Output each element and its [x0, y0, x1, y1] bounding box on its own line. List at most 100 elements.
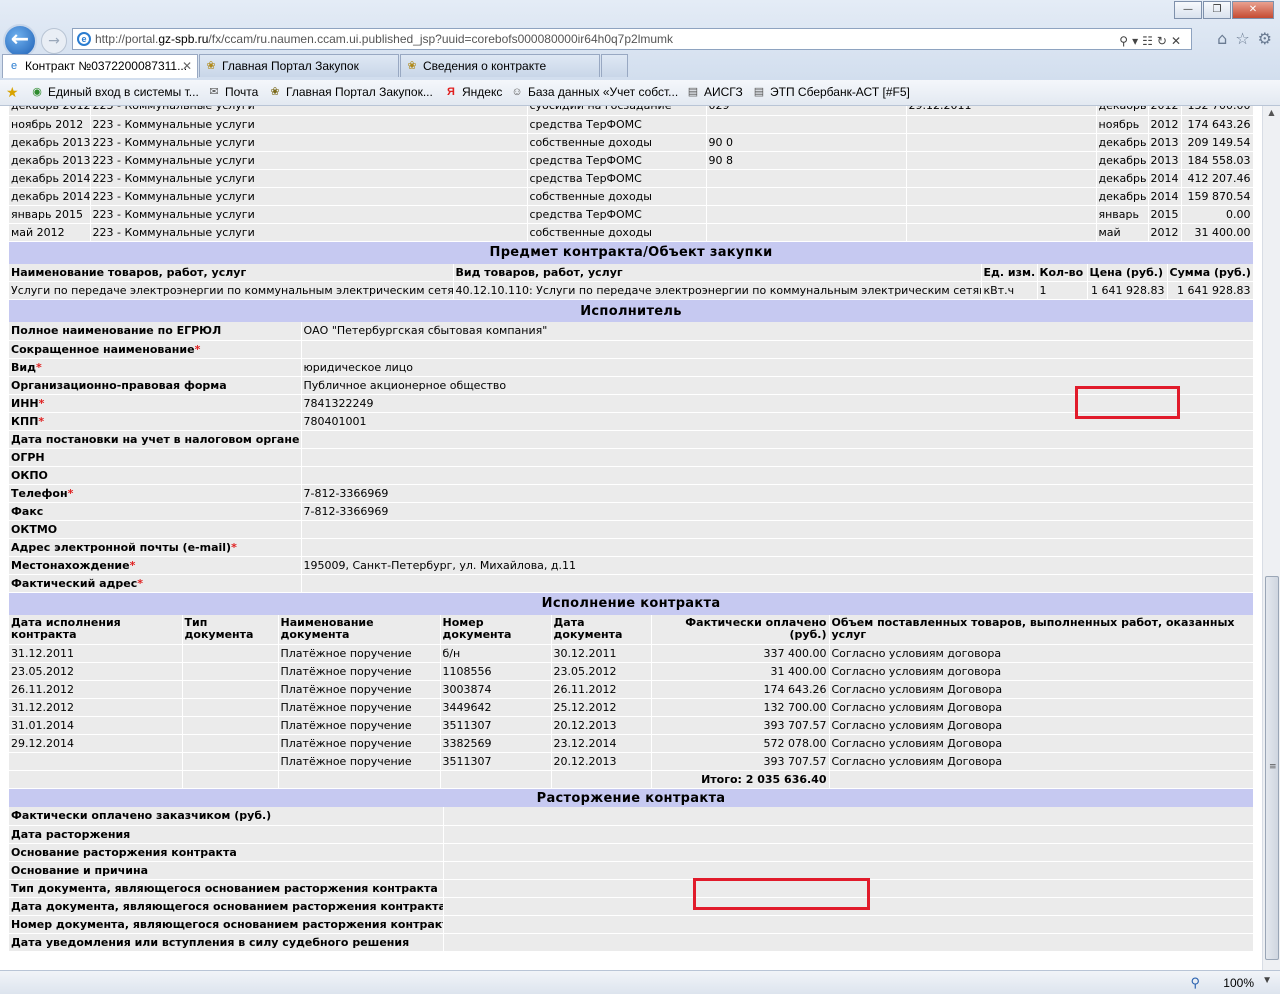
executor-field-value	[301, 538, 1254, 557]
funding-cell: май 2012	[9, 223, 91, 242]
termination-row: Основание и причина	[9, 861, 1254, 880]
funding-cell	[906, 115, 1097, 134]
execution-cell: 23.05.2012	[9, 662, 183, 681]
funding-cell: 90 0	[706, 133, 907, 152]
funding-cell: декабрь 2012	[9, 106, 91, 116]
execution-cell: б/н	[440, 644, 552, 663]
favorites-star-icon[interactable]: ★	[6, 84, 19, 101]
execution-row: 29.12.2014 Платёжное поручение 3382569 23.1…	[9, 734, 1254, 753]
funding-cell: 0.00	[1181, 205, 1254, 224]
executor-field-value	[301, 466, 1254, 485]
execution-cell: 23.12.2014	[551, 734, 652, 753]
fav-yandex[interactable]: Я Яндекс	[444, 85, 502, 99]
tab-label: Сведения о контракте	[423, 59, 547, 73]
funding-cell: 2012	[1148, 223, 1182, 242]
execution-cell: 31.12.2011	[9, 644, 183, 663]
executor-field-label: Местонахождение*	[9, 556, 302, 575]
execution-cell: 393 707.57	[651, 716, 830, 735]
new-tab-button[interactable]	[601, 54, 628, 77]
executor-row: Фактический адрес*	[9, 574, 1254, 593]
ie-icon: e	[10, 60, 18, 72]
executor-field-value	[301, 430, 1254, 449]
field-label-text: КПП	[11, 414, 39, 428]
execution-cell: 393 707.57	[651, 752, 830, 771]
field-label-text: Местонахождение	[11, 558, 130, 572]
price: 1 641 928.83	[1087, 281, 1168, 300]
address-tools: ⚲▾☷↻✕	[1119, 31, 1185, 49]
termination-field-label: Дата расторжения	[9, 825, 444, 844]
funding-cell: декабрь 2013	[9, 133, 91, 152]
favorites-star-icon[interactable]: ☆	[1235, 29, 1249, 48]
close-tab-icon[interactable]: ✕	[182, 55, 192, 77]
funding-cell: 029	[706, 106, 907, 116]
funding-row: декабрь 2013 223 - Коммунальные услуги сре…	[9, 151, 1254, 170]
executor-row: Местонахождение* 195009, Санкт-Петербург,…	[9, 556, 1254, 575]
funding-cell: 209 149.54	[1181, 133, 1254, 152]
executor-field-value: ОАО "Петербургская сбытовая компания"	[301, 322, 1254, 341]
funding-cell	[906, 151, 1097, 170]
execution-cell: Платёжное поручение	[278, 662, 441, 681]
execution-cell: 26.11.2012	[551, 680, 652, 699]
funding-row: декабрь 2013 223 - Коммунальные услуги соб…	[9, 133, 1254, 152]
fav-label: ЭТП Сбербанк-АСТ [#F5]	[770, 85, 910, 99]
tab-main-portal[interactable]: ❀ Главная Портал Закупок	[199, 54, 399, 77]
zoom-dropdown-icon[interactable]: ▼	[1262, 975, 1272, 986]
funding-cell: ноябрь	[1096, 115, 1149, 134]
tab-contract-info[interactable]: ❀ Сведения о контракте	[400, 54, 600, 77]
maximize-button[interactable]: ❐	[1203, 1, 1231, 19]
funding-cell: 223 - Коммунальные услуги	[90, 151, 528, 170]
fav-database[interactable]: ☺ База данных «Учет собст...	[510, 85, 678, 99]
required-marker: *	[194, 342, 201, 356]
termination-row: Дата документа, являющегося основанием р…	[9, 897, 1254, 916]
stop-icon[interactable]: ✕	[1171, 34, 1185, 48]
executor-field-label: Сокращенное наименование*	[9, 340, 302, 359]
settings-gear-icon[interactable]: ⚙	[1258, 29, 1272, 48]
funding-cell	[706, 205, 907, 224]
zoom-icon[interactable]: ⚲	[1190, 975, 1200, 991]
execution-cell: 31 400.00	[651, 662, 830, 681]
executor-field-value: 7-812-3366969	[301, 484, 1254, 503]
vertical-scrollbar[interactable]: ▲ ≡	[1262, 106, 1280, 970]
tab-label: Контракт №0372200087311...	[25, 59, 188, 73]
yandex-icon: Я	[447, 86, 455, 98]
dropdown-icon[interactable]: ▾	[1132, 34, 1142, 48]
fav-single-sign-on[interactable]: ◉ Единый вход в системы т...	[30, 85, 199, 99]
required-marker: *	[38, 414, 45, 428]
funding-cell: декабрь	[1096, 106, 1149, 116]
termination-row: Основание расторжения контракта	[9, 843, 1254, 862]
funding-cell: декабрь 2014	[9, 169, 91, 188]
col-goods-name: Наименование товаров, работ, услуг	[9, 263, 454, 282]
funding-row: январь 2015 223 - Коммунальные услуги сред…	[9, 205, 1254, 224]
minimize-button[interactable]: —	[1174, 1, 1202, 19]
col-paid: Фактически оплачено (руб.)	[651, 614, 830, 645]
funding-cell: 223 - Коммунальные услуги	[90, 115, 528, 134]
executor-field-value: 7-812-3366969	[301, 502, 1254, 521]
address-bar[interactable]: e http://portal.gz-spb.ru/fx/ccam/ru.nau…	[72, 28, 1192, 50]
termination-field-label: Номер документа, являющегося основанием …	[9, 915, 444, 934]
zoom-level[interactable]: 100%	[1223, 976, 1254, 990]
close-window-button[interactable]: ✕	[1232, 1, 1274, 19]
price-highlight-box	[1075, 386, 1180, 419]
scroll-up-icon[interactable]: ▲	[1265, 108, 1278, 121]
funding-cell: 2013	[1148, 151, 1182, 170]
funding-row: декабрь 2012223 - Коммунальные услугисуб…	[9, 106, 1254, 116]
fav-main-portal[interactable]: ❀ Главная Портал Закупок...	[268, 85, 432, 99]
execution-cell	[182, 734, 279, 753]
execution-cell: 31.12.2012	[9, 698, 183, 717]
forward-button[interactable]: →	[41, 28, 67, 54]
required-marker: *	[67, 486, 74, 500]
fav-sberbank-ast[interactable]: ▤ ЭТП Сбербанк-АСТ [#F5]	[752, 85, 910, 99]
fav-mail[interactable]: ✉ Почта	[207, 85, 258, 99]
fav-aisgz[interactable]: ▤ АИСГЗ	[686, 85, 743, 99]
scroll-thumb[interactable]: ≡	[1265, 576, 1279, 960]
search-icon[interactable]: ⚲	[1119, 34, 1132, 48]
tab-contract[interactable]: e Контракт №0372200087311... ✕	[2, 54, 198, 78]
compat-icon[interactable]: ☷	[1142, 34, 1157, 48]
execution-cell: 337 400.00	[651, 644, 830, 663]
field-label-text: ОКТМО	[11, 522, 58, 536]
home-icon[interactable]: ⌂	[1217, 29, 1227, 48]
execution-section-title: Исполнение контракта	[9, 592, 1254, 615]
executor-field-value: 195009, Санкт-Петербург, ул. Михайлова, …	[301, 556, 1254, 575]
refresh-icon[interactable]: ↻	[1157, 34, 1171, 48]
funding-cell: собственные доходы	[527, 187, 707, 206]
